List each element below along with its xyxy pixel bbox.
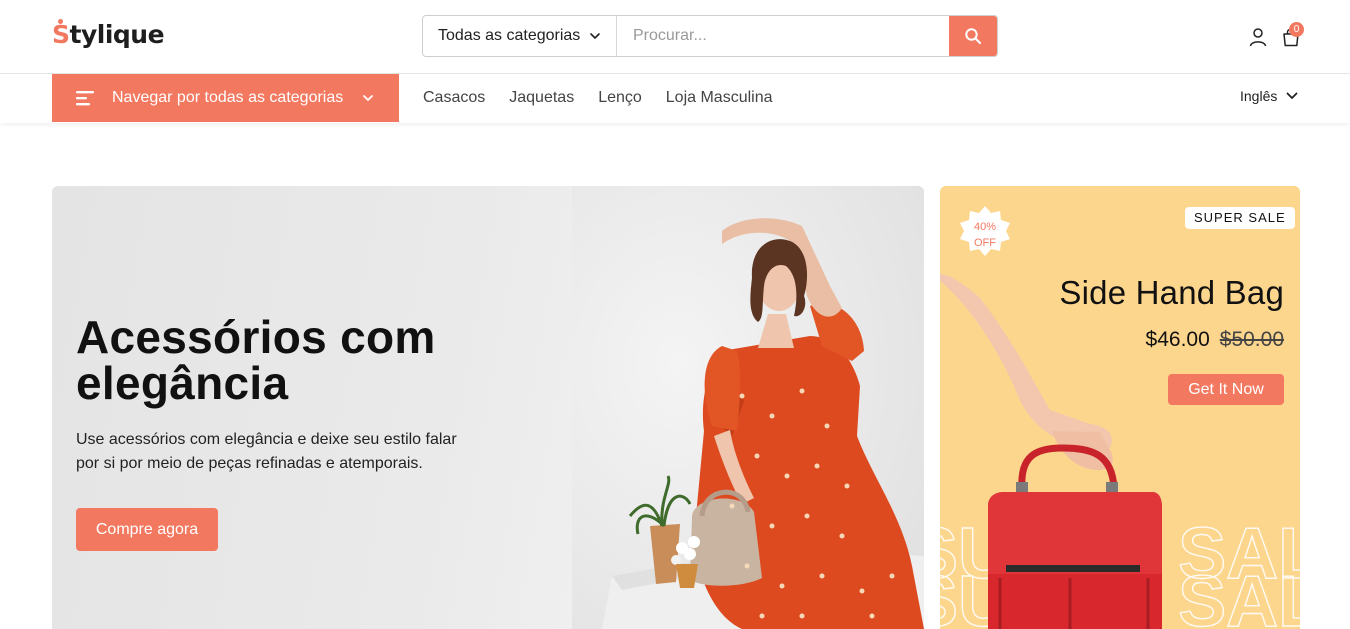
nav-links: Casacos Jaquetas Lenço Loja Masculina <box>423 74 797 122</box>
logo-text: tylique <box>69 20 165 49</box>
discount-off: OFF <box>974 237 996 249</box>
logo-initial-text: S <box>52 20 70 49</box>
search-icon <box>965 28 982 45</box>
promo-price: $46.00 $50.00 <box>1146 328 1284 352</box>
hero-model-image <box>572 186 924 629</box>
current-price: $46.00 <box>1145 328 1210 351</box>
logo-initial: S <box>52 19 70 49</box>
nav-link-jaquetas[interactable]: Jaquetas <box>509 89 574 107</box>
hero-banner: Acessórios com elegância Use acessórios … <box>52 186 924 629</box>
super-sale-badge: SUPER SALE <box>1185 207 1295 229</box>
promo-banner: SUPER SALE SUPER SALE 40% OFF SUPER SALE… <box>940 186 1300 629</box>
get-it-now-button[interactable]: Get It Now <box>1168 374 1284 405</box>
nav-link-loja-masculina[interactable]: Loja Masculina <box>666 89 773 107</box>
nav-bar: Navegar por todas as categorias Casacos … <box>0 74 1350 123</box>
search-button[interactable] <box>949 16 997 56</box>
category-dropdown[interactable]: Todas as categorias <box>423 16 617 56</box>
language-label: Inglês <box>1240 88 1278 104</box>
search-bar: Todas as categorias <box>422 15 998 57</box>
nav-link-casacos[interactable]: Casacos <box>423 89 485 107</box>
hero-title: Acessórios com elegância <box>76 311 436 409</box>
logo-dot <box>58 19 63 24</box>
category-dropdown-label: Todas as categorias <box>438 27 581 44</box>
browse-categories-button[interactable]: Navegar por todas as categorias <box>52 74 399 122</box>
logo[interactable]: Stylique <box>52 16 165 54</box>
top-header: Stylique Todas as categorias 0 <box>0 0 1350 74</box>
user-icon[interactable] <box>1248 27 1268 47</box>
shop-now-button[interactable]: Compre agora <box>76 508 218 551</box>
handbag-image: SUPER SALE SUPER SALE <box>940 206 1300 629</box>
search-input[interactable] <box>617 16 949 56</box>
promo-title: Side Hand Bag <box>1059 274 1284 311</box>
hero-description: Use acessórios com elegância e deixe seu… <box>76 431 457 472</box>
nav-link-lenco[interactable]: Lenço <box>598 89 642 107</box>
cart-count-badge: 0 <box>1289 22 1304 37</box>
chevron-down-icon <box>590 33 601 39</box>
chevron-down-icon <box>363 95 373 101</box>
chevron-down-icon <box>1286 92 1298 99</box>
menu-icon <box>76 91 94 106</box>
discount-label: 40% OFF <box>955 219 1015 251</box>
discount-percent: 40% <box>973 221 997 233</box>
old-price: $50.00 <box>1219 328 1284 351</box>
language-dropdown[interactable]: Inglês <box>1240 88 1299 104</box>
browse-categories-label: Navegar por todas as categorias <box>112 89 344 106</box>
